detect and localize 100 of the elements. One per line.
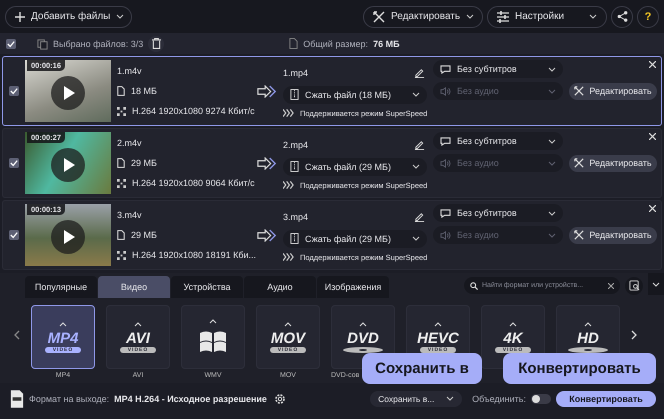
zip-file-icon [290, 89, 299, 100]
caret-up-icon [209, 318, 217, 324]
tools-icon [574, 230, 584, 240]
convert-arrow-icon [257, 228, 277, 242]
play-icon[interactable] [51, 76, 85, 110]
delete-button[interactable] [148, 36, 164, 52]
file-size: 29 МБ [131, 230, 157, 240]
chevron-left-icon[interactable] [14, 330, 20, 340]
output-file-name: 1.mp4 [283, 68, 308, 78]
files-icon [37, 39, 48, 50]
chevron-right-icon[interactable] [631, 330, 637, 340]
disc-icon [343, 346, 383, 352]
format-tab[interactable]: Видео [98, 276, 170, 298]
fast-forward-icon [283, 181, 294, 189]
file-checkbox[interactable] [9, 86, 19, 96]
settings-icon [274, 392, 286, 404]
format-card[interactable] [181, 305, 245, 369]
caret-icon [412, 236, 420, 241]
clear-icon[interactable] [608, 282, 614, 288]
close-button[interactable] [648, 204, 657, 213]
edit-button[interactable]: Редактировать [569, 226, 657, 244]
caret-icon [548, 210, 556, 216]
compress-dropdown[interactable]: Сжать файл (29 МБ) [283, 158, 427, 176]
merge-toggle[interactable] [531, 394, 551, 404]
total-size-value: 76 МБ [373, 38, 400, 48]
caret-icon [466, 14, 474, 19]
edit-button[interactable]: Редактировать [569, 154, 657, 172]
compress-dropdown[interactable]: Сжать файл (18 МБ) [283, 86, 427, 104]
add-files-button[interactable]: Добавить файлы [5, 6, 132, 28]
chevron-down-icon [652, 282, 660, 286]
caret-up-icon [284, 322, 292, 326]
close-icon [649, 133, 656, 140]
settings-menu-button[interactable]: Настройки [487, 6, 607, 28]
trash-icon [152, 38, 161, 49]
format-tab[interactable]: Популярные [25, 276, 97, 298]
format-tab[interactable]: Аудио [244, 276, 316, 298]
subtitles-dropdown[interactable]: Без субтитров [433, 204, 563, 222]
zip-file-icon [290, 233, 299, 244]
edit-button[interactable]: Редактировать [569, 82, 657, 100]
help-button[interactable]: ? [637, 6, 659, 28]
plus-icon [15, 12, 25, 22]
caret-icon [589, 14, 597, 19]
file-checkbox[interactable] [9, 158, 19, 168]
file-checkbox[interactable] [9, 230, 19, 240]
film-icon [117, 250, 126, 260]
device-search-button[interactable] [625, 276, 643, 294]
caret-icon [548, 66, 556, 72]
select-all-checkbox[interactable] [6, 38, 16, 48]
close-icon [649, 205, 656, 212]
compress-dropdown[interactable]: Сжать файл (29 МБ) [283, 230, 427, 248]
convert-tooltip: Конвертировать [503, 353, 656, 384]
caret-up-icon [134, 322, 142, 326]
close-button[interactable] [648, 60, 657, 69]
document-icon [117, 86, 125, 96]
format-tab[interactable]: Устройства [171, 276, 243, 298]
speech-bubble-icon [440, 64, 451, 74]
subtitles-dropdown[interactable]: Без субтитров [433, 132, 563, 150]
tools-icon [574, 158, 584, 168]
save-to-dropdown[interactable]: Сохранить в... [370, 390, 462, 406]
source-file-name: 2.m4v [117, 138, 143, 148]
caret-up-icon [584, 322, 592, 326]
edit-menu-button[interactable]: Редактировать [363, 6, 483, 28]
caret-icon [446, 396, 454, 401]
fast-forward-icon [283, 253, 294, 261]
subtitles-dropdown[interactable]: Без субтитров [433, 60, 563, 78]
tools-icon [373, 10, 385, 22]
sliders-icon [497, 10, 509, 22]
convert-button[interactable]: Конвертировать [556, 390, 656, 406]
caret-icon [412, 92, 420, 97]
source-file-name: 3.m4v [117, 210, 143, 220]
speech-bubble-icon [440, 208, 451, 218]
caret-icon [116, 14, 124, 19]
caret-up-icon [359, 322, 367, 326]
collapse-button[interactable] [648, 273, 664, 295]
document-icon [117, 230, 125, 240]
codec-info: H.264 1920x1080 9274 Кбит/с [132, 106, 255, 116]
film-icon [117, 106, 126, 116]
caret-up-icon [59, 322, 67, 326]
pencil-icon [414, 139, 424, 150]
search-icon [470, 282, 478, 290]
caret-icon [548, 138, 556, 144]
output-format-label: Формат на выходе: [29, 394, 110, 404]
output-format-value: MP4 H.264 - Исходное разрешение [114, 394, 267, 404]
merge-label: Объединить: [472, 394, 526, 404]
speech-bubble-icon [440, 136, 451, 146]
file-size: 29 МБ [131, 158, 157, 168]
play-icon[interactable] [51, 220, 85, 254]
zip-file-icon [290, 161, 299, 172]
output-file-name: 2.mp4 [283, 140, 308, 150]
caret-icon [548, 160, 556, 166]
format-tab[interactable]: Изображения [317, 276, 389, 298]
caret-icon [412, 164, 420, 169]
play-icon[interactable] [51, 148, 85, 182]
format-logo: HD [577, 330, 599, 346]
close-button[interactable] [648, 132, 657, 141]
caret-icon [548, 232, 556, 238]
pencil-icon [414, 211, 424, 222]
share-button[interactable] [611, 6, 633, 28]
tools-icon [574, 86, 584, 96]
document-icon [289, 38, 298, 49]
